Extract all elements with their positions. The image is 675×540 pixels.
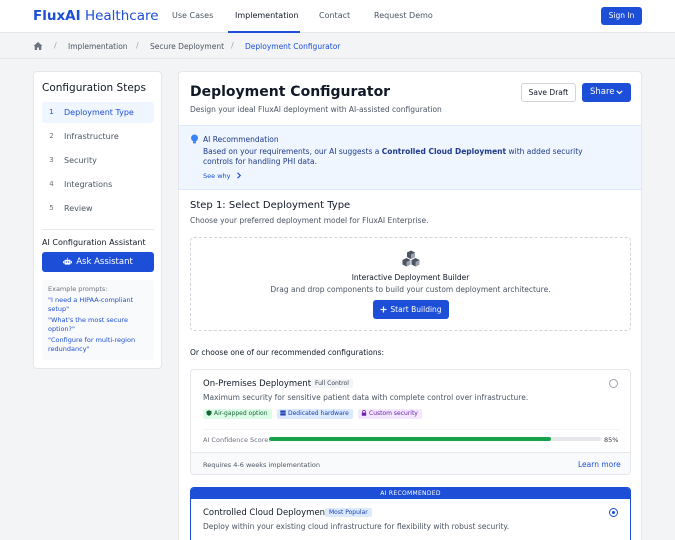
server-icon: [280, 410, 286, 416]
sidebar-step-integrations[interactable]: 4 Integrations: [42, 174, 154, 195]
prompt-hipaa[interactable]: "I need a HIPAA-compliant setup": [48, 296, 148, 313]
step-label: Security: [64, 156, 97, 165]
sidebar-title: Configuration Steps: [42, 82, 146, 94]
save-draft-button[interactable]: Save Draft: [521, 83, 576, 102]
builder-description: Drag and drop components to build your c…: [270, 285, 551, 294]
home-icon[interactable]: [33, 41, 43, 51]
lock-icon: [361, 410, 367, 416]
ask-assistant-label: Ask Assistant: [76, 257, 133, 267]
prompt-most-secure[interactable]: "What's the most secure option?": [48, 316, 148, 333]
share-label: Share: [590, 87, 615, 97]
see-why-link[interactable]: See why: [203, 172, 242, 180]
sidebar-step-security[interactable]: 3 Security: [42, 150, 154, 171]
nav-contact[interactable]: Contact: [319, 11, 350, 20]
sign-in-button[interactable]: Sign In: [601, 7, 642, 25]
breadcrumb-separator: /: [231, 41, 234, 50]
step-number: 2: [49, 132, 54, 140]
card-description: Deploy within your existing cloud infras…: [203, 522, 510, 531]
recommended-configs-label: Or choose one of our recommended configu…: [190, 348, 385, 357]
assistant-title: AI Configuration Assistant: [42, 238, 146, 247]
step-description: Choose your preferred deployment model f…: [190, 216, 429, 225]
example-prompts: Example prompts: "I need a HIPAA-complia…: [42, 280, 154, 360]
step-number: 4: [49, 180, 54, 188]
step-number: 1: [49, 108, 54, 116]
card-description: Maximum security for sensitive patient d…: [203, 393, 529, 402]
share-button[interactable]: Share: [582, 83, 631, 102]
prompts-heading: Example prompts:: [48, 285, 108, 293]
top-nav: FluxAI Healthcare Use Cases Implementati…: [0, 0, 675, 33]
chevron-down-icon: [616, 90, 623, 95]
tag-custom-security: Custom security: [358, 409, 422, 419]
page-subtitle: Design your ideal FluxAI deployment with…: [190, 105, 442, 114]
learn-more-link[interactable]: Learn more: [578, 460, 621, 469]
step-heading: Step 1: Select Deployment Type: [190, 200, 351, 211]
breadcrumb-implementation[interactable]: Implementation: [68, 42, 128, 51]
cubes-icon: [402, 250, 420, 267]
nav-use-cases[interactable]: Use Cases: [172, 11, 213, 20]
confidence-bar-fill: [269, 437, 552, 441]
chevron-right-icon: [236, 172, 241, 179]
implementation-time: Requires 4-6 weeks implementation: [203, 461, 320, 469]
start-building-button[interactable]: Start Building: [373, 300, 449, 319]
breadcrumb: / Implementation / Secure Deployment / D…: [0, 33, 675, 59]
lightbulb-icon: [191, 134, 198, 144]
shield-icon: [206, 410, 212, 416]
breadcrumb-secure-deployment[interactable]: Secure Deployment: [150, 42, 224, 51]
step-label: Infrastructure: [64, 132, 119, 141]
builder-title: Interactive Deployment Builder: [351, 273, 470, 282]
configurator-panel: Deployment Configurator Design your idea…: [178, 71, 642, 540]
breadcrumb-separator: /: [136, 41, 139, 50]
nav-request-demo[interactable]: Request Demo: [374, 11, 433, 20]
ai-recommendation-text: Based on your requirements, our AI sugge…: [203, 147, 583, 166]
card-title: On-Premises Deployment: [203, 379, 312, 389]
sidebar-divider: [42, 229, 154, 230]
page-title: Deployment Configurator: [190, 84, 391, 100]
step-label: Deployment Type: [64, 108, 134, 117]
confidence-label: AI Confidence Score:: [203, 436, 271, 444]
prompt-multi-region[interactable]: "Configure for multi-region redundancy": [48, 336, 148, 353]
breadcrumb-current: Deployment Configurator: [245, 42, 341, 51]
confidence-bar: [269, 437, 601, 441]
plus-icon: [380, 306, 387, 312]
card-divider: [203, 429, 620, 430]
ai-recommended-banner: AI RECOMMENDED: [191, 488, 630, 499]
breadcrumb-separator: /: [54, 41, 57, 50]
tag-air-gapped: Air-gapped option: [203, 409, 272, 419]
config-card-controlled-cloud[interactable]: AI RECOMMENDED Controlled Cloud Deployme…: [190, 487, 631, 540]
nav-implementation[interactable]: Implementation: [235, 11, 299, 20]
step-number: 5: [49, 204, 54, 212]
configuration-sidebar: Configuration Steps 1 Deployment Type 2 …: [33, 71, 162, 369]
card-footer: Requires 4-6 weeks implementation Learn …: [191, 452, 630, 474]
card-radio-selected[interactable]: [609, 508, 618, 517]
sidebar-step-review[interactable]: 5 Review: [42, 198, 154, 219]
card-title: Controlled Cloud Deployment: [203, 508, 329, 518]
brand-logo[interactable]: FluxAI Healthcare: [33, 8, 159, 24]
confidence-value: 85%: [604, 436, 619, 444]
ai-recommendation-title: AI Recommendation: [203, 135, 279, 144]
card-badge: Full Control: [311, 379, 353, 388]
ai-recommendation: AI Recommendation Based on your requirem…: [179, 125, 641, 190]
tag-dedicated-hardware: Dedicated hardware: [277, 409, 353, 419]
ask-assistant-button[interactable]: Ask Assistant: [42, 252, 154, 272]
sidebar-step-infrastructure[interactable]: 2 Infrastructure: [42, 126, 154, 147]
config-card-on-premises[interactable]: On-Premises Deployment Full Control Maxi…: [190, 369, 631, 475]
card-badge: Most Popular: [325, 508, 372, 517]
step-label: Integrations: [64, 180, 113, 189]
step-label: Review: [64, 204, 93, 213]
card-radio[interactable]: [609, 379, 618, 388]
step-number: 3: [49, 156, 54, 164]
deployment-builder-dropzone[interactable]: Interactive Deployment Builder Drag and …: [190, 237, 631, 331]
sidebar-step-deployment-type[interactable]: 1 Deployment Type: [42, 102, 154, 123]
robot-icon: [63, 257, 73, 265]
